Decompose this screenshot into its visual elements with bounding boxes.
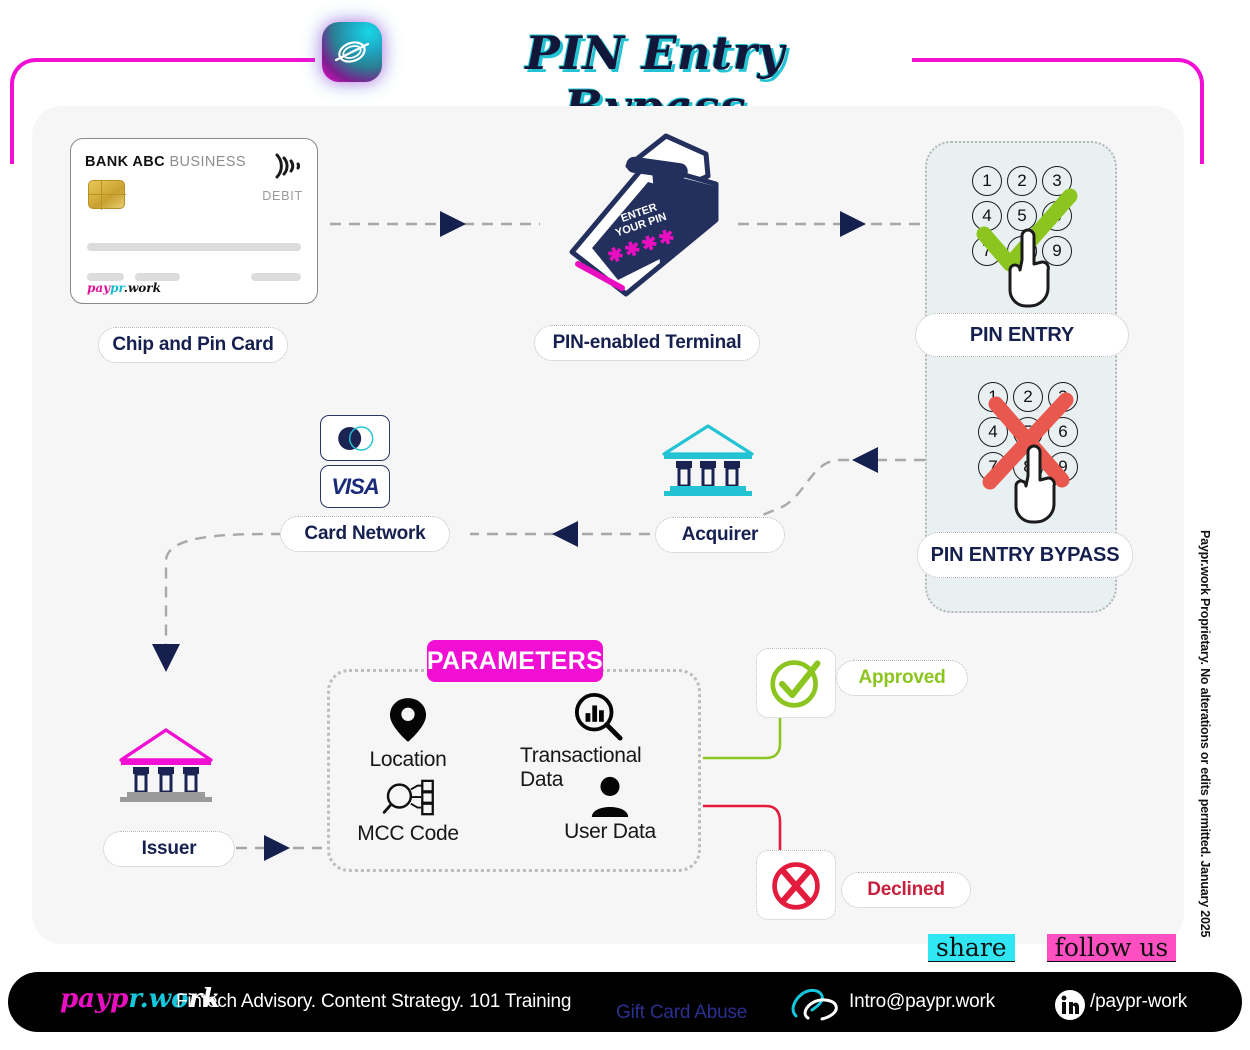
frame-bracket-left	[10, 58, 315, 164]
card-bank-name: BANK ABC BUSINESS	[85, 154, 246, 170]
parameter-label: User Data	[564, 820, 656, 843]
emv-chip-icon	[88, 180, 126, 210]
chip-and-pin-card: BANK ABC BUSINESS DEBIT paypr.work	[70, 138, 318, 304]
footer-linkedin-handle[interactable]: /paypr-work	[1090, 991, 1187, 1013]
footer-bar: paypr.work Fintech Advisory. Content Str…	[8, 972, 1242, 1032]
bank-building-icon	[662, 424, 754, 496]
parameter-location: Location	[362, 696, 454, 772]
card-detail-bar	[251, 273, 301, 281]
parameters-title: PARAMETERS	[427, 640, 603, 682]
user-person-icon	[591, 776, 629, 817]
pointing-hand-icon	[1008, 228, 1050, 308]
label-declined: Declined	[841, 872, 971, 908]
label-acquirer: Acquirer	[655, 517, 785, 553]
swirl-glyph	[334, 41, 370, 63]
label-approved: Approved	[836, 660, 968, 696]
card-detail-bar	[135, 273, 180, 281]
mastercard-glyph	[338, 425, 374, 451]
pointing-hand-icon	[1014, 444, 1056, 524]
footer-middle-link[interactable]: Gift Card Abuse	[616, 1002, 747, 1024]
card-brand-logo: paypr.work	[87, 281, 161, 295]
chart-magnifier-icon	[574, 692, 623, 741]
card-detail-bar	[87, 243, 301, 251]
contactless-wave-icon	[275, 153, 301, 179]
footer-email[interactable]: Intro@paypr.work	[849, 991, 995, 1013]
share-button[interactable]: share	[928, 934, 1015, 963]
card-bank-light: BUSINESS	[169, 154, 246, 170]
parameter-user-data: User Data	[561, 775, 659, 844]
copyright-vertical-text: Paypr.work Proprietary. No alterations o…	[1198, 530, 1212, 938]
pin-bypass-keypad: 1 2 3 4 5 6 7 8 9	[934, 376, 1124, 546]
pin-enabled-terminal: ENTER YOUR PIN ✱✱✱✱	[556, 124, 746, 310]
paperclip-icon	[791, 988, 838, 1021]
card-type-label: DEBIT	[262, 189, 303, 203]
parameter-label: MCC Code	[357, 822, 459, 845]
frame-bracket-right	[912, 58, 1204, 164]
linkedin-icon[interactable]	[1054, 989, 1086, 1021]
terminal-illustration: ENTER YOUR PIN ✱✱✱✱	[569, 133, 719, 297]
label-pin-entry: PIN ENTRY	[915, 313, 1129, 357]
visa-text: VISA	[331, 473, 379, 499]
pin-entry-keypad: 1 2 3 4 5 6 7 8 9	[928, 160, 1118, 330]
parameter-mcc-code: MCC Code	[357, 778, 459, 846]
infographic-canvas: PIN Entry Bypass BANK ABC BUSINESS	[0, 0, 1250, 1050]
label-pin-enabled-terminal: PIN-enabled Terminal	[534, 325, 760, 361]
mastercard-circles-icon	[320, 415, 390, 461]
label-chip-and-pin-card: Chip and Pin Card	[98, 327, 288, 363]
declined-icon-box	[756, 850, 836, 920]
magnifier-categories-icon	[382, 779, 434, 816]
card-detail-bar	[87, 273, 124, 281]
bank-building-icon	[119, 728, 213, 802]
label-card-network: Card Network	[280, 516, 450, 552]
approved-icon-box	[756, 648, 836, 718]
paypr-work-swirl-icon	[322, 22, 382, 82]
circle-cross-icon	[772, 862, 820, 910]
parameter-label: Location	[369, 748, 447, 771]
circle-check-icon	[770, 660, 821, 708]
visa-wordmark-icon: VISA	[320, 465, 390, 508]
label-pin-entry-bypass: PIN ENTRY BYPASS	[917, 532, 1133, 578]
follow-us-button[interactable]: follow us	[1046, 934, 1177, 963]
map-pin-icon	[389, 698, 427, 742]
social-actions: share follow us	[928, 934, 1177, 963]
label-issuer: Issuer	[103, 831, 235, 867]
card-bank-bold: BANK ABC	[85, 154, 165, 170]
footer-tagline: Fintech Advisory. Content Strategy. 101 …	[176, 991, 572, 1012]
